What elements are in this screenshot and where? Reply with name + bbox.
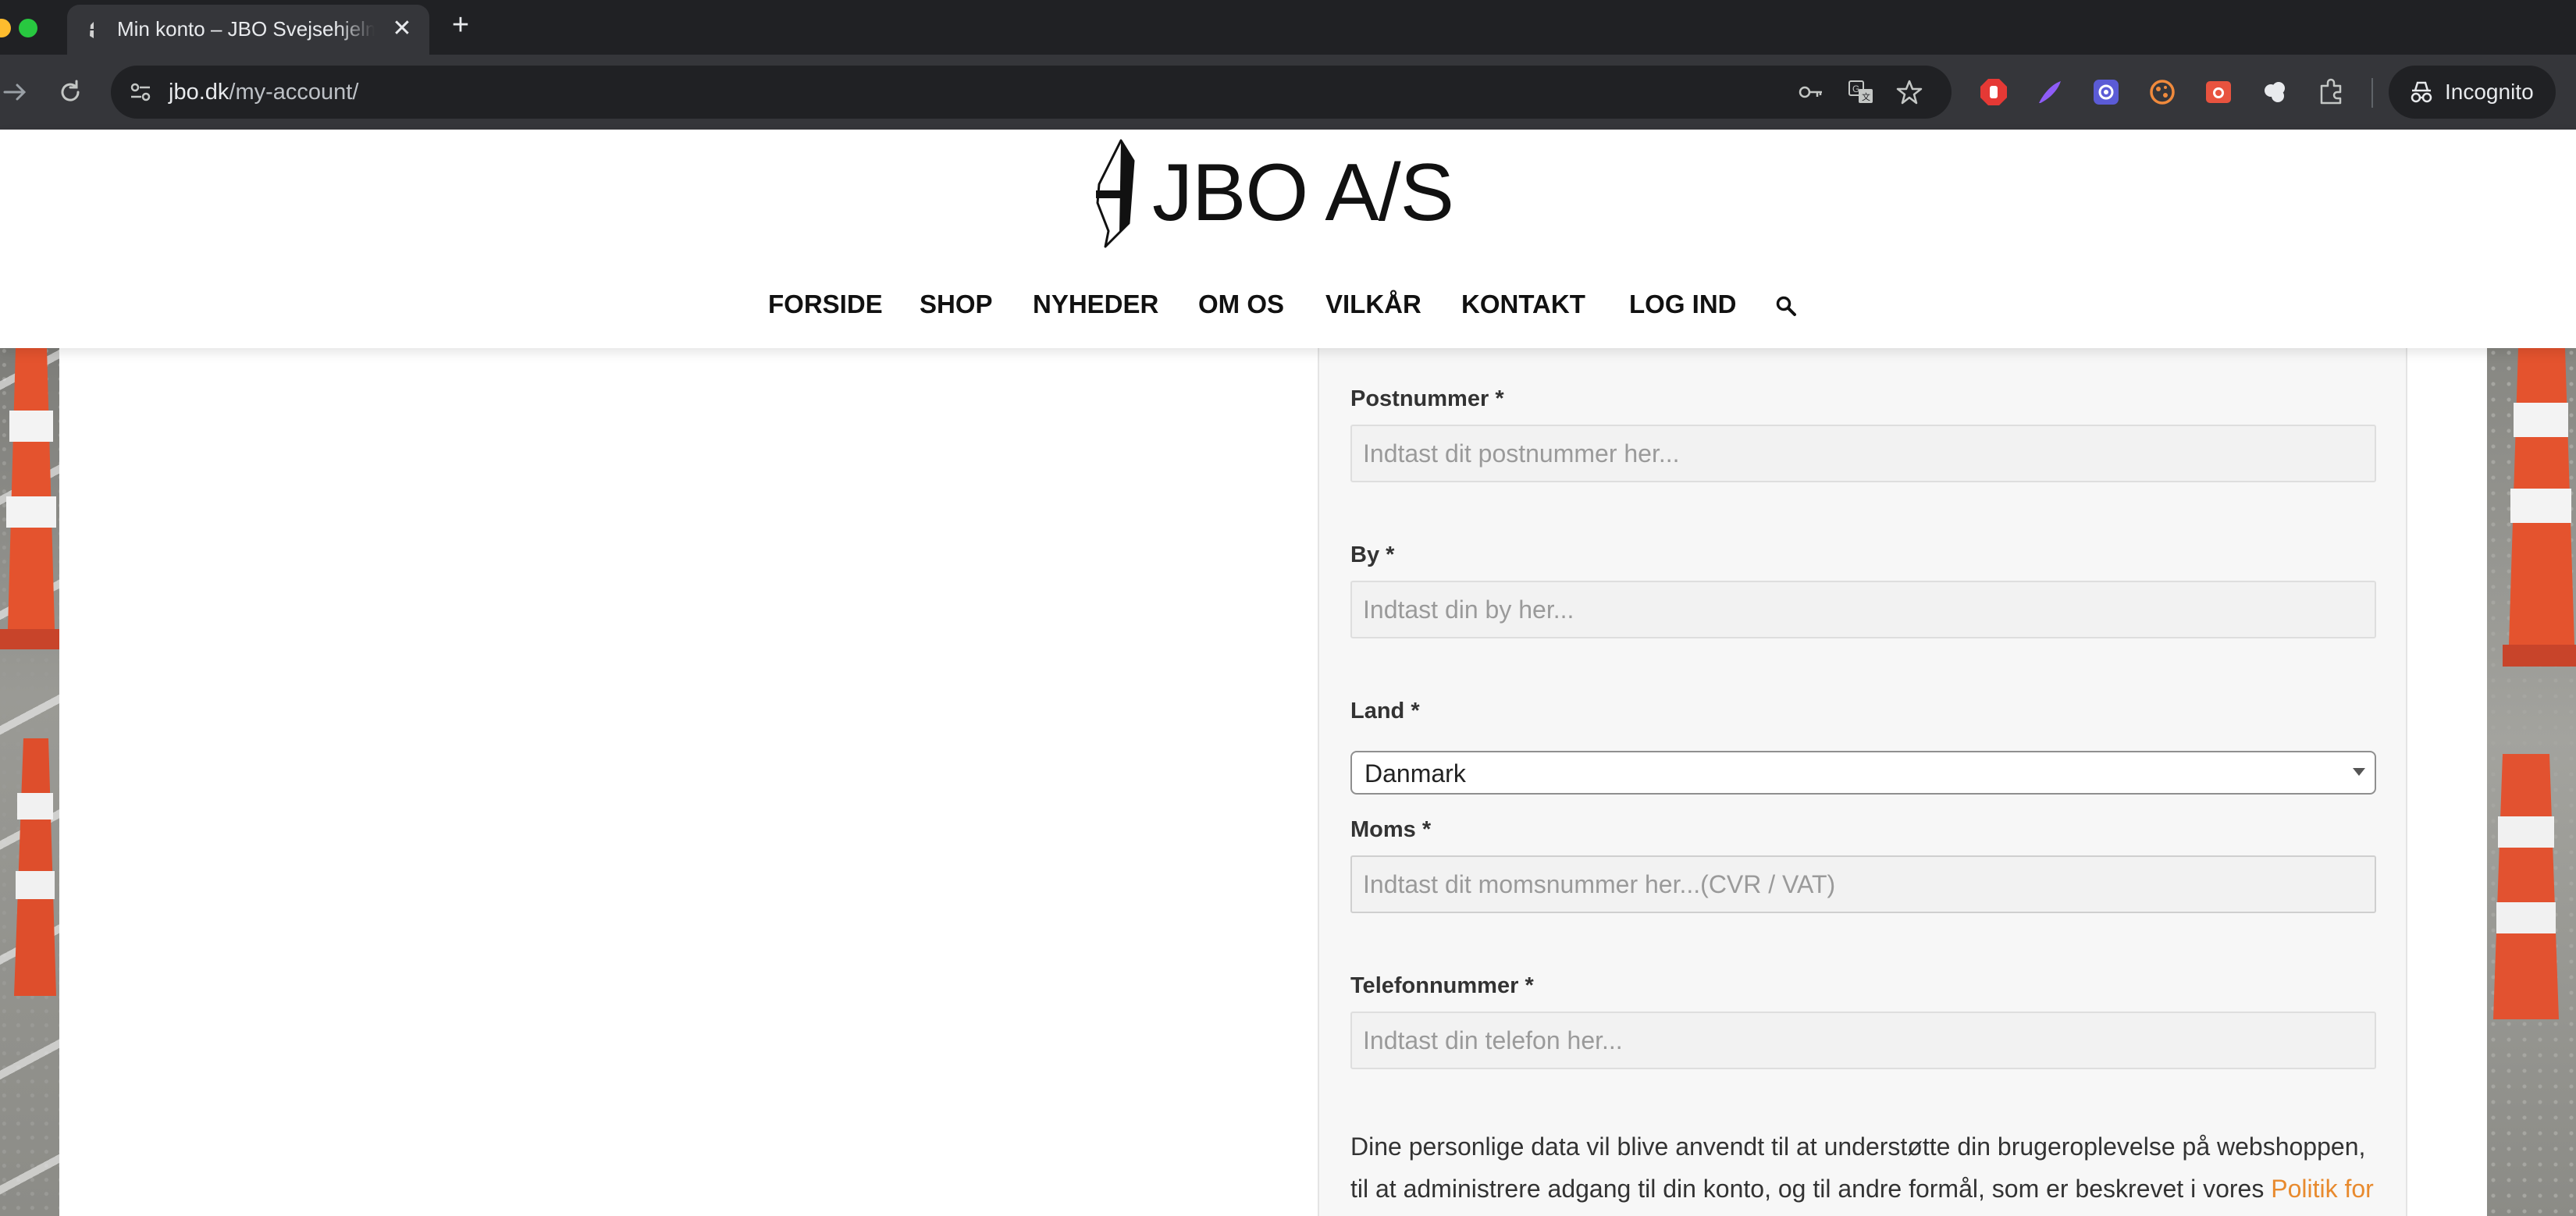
traffic-cone-image bbox=[2503, 348, 2576, 667]
quill-extension-icon[interactable] bbox=[2034, 76, 2065, 108]
close-tab-icon[interactable]: ✕ bbox=[389, 16, 415, 42]
active-tab[interactable]: Min konto – JBO Svejsehjelme ✕ bbox=[67, 5, 429, 55]
nav-nyheder[interactable]: NYHEDER bbox=[1033, 287, 1158, 322]
incognito-profile-button[interactable]: Incognito bbox=[2389, 66, 2556, 119]
browser-tab-bar: Min konto – JBO Svejsehjelme ✕ + bbox=[0, 0, 2576, 55]
required-mark: * bbox=[1495, 386, 1504, 411]
browser-toolbar: jbo.dk/my-account/ G 文 Incognito bbox=[0, 55, 2576, 130]
jbo-favicon-icon bbox=[89, 22, 94, 38]
nav-kontakt[interactable]: KONTAKT bbox=[1461, 287, 1585, 322]
land-label: Land * bbox=[1350, 698, 1420, 724]
incognito-label: Incognito bbox=[2445, 80, 2534, 104]
nav-shop[interactable]: SHOP bbox=[920, 287, 993, 322]
tab-title: Min konto – JBO Svejsehjelme bbox=[117, 17, 375, 41]
land-select[interactable]: Danmark bbox=[1350, 751, 2376, 795]
cloud-extension-icon[interactable] bbox=[2259, 76, 2290, 108]
new-tab-button[interactable]: + bbox=[445, 9, 476, 41]
traffic-cone-image bbox=[0, 348, 59, 649]
reload-icon[interactable] bbox=[55, 76, 86, 108]
nav-log-ind[interactable]: LOG IND bbox=[1629, 287, 1737, 322]
background-photo-left bbox=[0, 348, 59, 1216]
moms-label: Moms * bbox=[1350, 816, 1431, 843]
url-text[interactable]: jbo.dk/my-account/ bbox=[169, 78, 358, 106]
nav-forside[interactable]: FORSIDE bbox=[768, 287, 883, 322]
telefonnummer-input[interactable] bbox=[1350, 1012, 2376, 1069]
password-key-icon[interactable] bbox=[1797, 78, 1825, 106]
privacy-notice-text: Dine personlige data vil blive anvendt t… bbox=[1350, 1132, 2366, 1203]
site-logo-text[interactable]: JBO A/S bbox=[1152, 150, 1454, 236]
extensions-puzzle-icon[interactable] bbox=[2315, 76, 2347, 108]
required-mark: * bbox=[1411, 699, 1420, 724]
url-domain: jbo.dk bbox=[169, 80, 229, 105]
maximize-window-button[interactable] bbox=[19, 19, 37, 37]
main-navigation: FORSIDE SHOP NYHEDER OM OS VILKÅR KONTAK… bbox=[0, 287, 2576, 322]
postnummer-label: Postnummer * bbox=[1350, 386, 1504, 412]
camera-extension-icon[interactable] bbox=[2203, 76, 2234, 108]
required-mark: * bbox=[1421, 817, 1432, 842]
url-path: /my-account/ bbox=[229, 80, 359, 105]
moms-label-text: Moms bbox=[1350, 817, 1416, 842]
required-mark: * bbox=[1386, 542, 1395, 567]
by-input[interactable] bbox=[1350, 581, 2376, 638]
translate-icon[interactable]: G 文 bbox=[1847, 78, 1875, 106]
registration-form-panel: Postnummer * By * Land * Danmark Moms * … bbox=[1318, 348, 2407, 1216]
bookmark-star-icon[interactable] bbox=[1895, 78, 1923, 106]
nav-om-os[interactable]: OM OS bbox=[1198, 287, 1284, 322]
background-photo-right bbox=[2487, 348, 2576, 1216]
required-mark: * bbox=[1525, 973, 1534, 998]
land-label-text: Land bbox=[1350, 699, 1405, 724]
svg-text:G: G bbox=[1852, 84, 1859, 94]
postnummer-label-text: Postnummer bbox=[1350, 386, 1489, 411]
land-select-value: Danmark bbox=[1364, 759, 1466, 788]
traffic-cone-image bbox=[2493, 754, 2559, 1019]
gear-extension-icon[interactable] bbox=[2090, 76, 2122, 108]
telefonnummer-label-text: Telefonnummer bbox=[1350, 973, 1519, 998]
jbo-logo-mark-icon[interactable] bbox=[1088, 137, 1143, 250]
moms-input[interactable] bbox=[1350, 855, 2376, 913]
address-bar[interactable]: jbo.dk/my-account/ G 文 bbox=[111, 66, 1952, 119]
nav-vilkaar[interactable]: VILKÅR bbox=[1325, 287, 1421, 322]
svg-text:文: 文 bbox=[1862, 91, 1870, 102]
postnummer-input[interactable] bbox=[1350, 425, 2376, 482]
search-icon[interactable] bbox=[1775, 295, 1797, 317]
cookie-extension-icon[interactable] bbox=[2147, 76, 2178, 108]
chevron-down-icon bbox=[2353, 768, 2365, 776]
toolbar-separator bbox=[2371, 78, 2373, 108]
incognito-icon bbox=[2411, 81, 2432, 103]
by-label-text: By bbox=[1350, 542, 1380, 567]
site-header: JBO A/S FORSIDE SHOP NYHEDER OM OS VILKÅ… bbox=[0, 130, 2576, 348]
minimize-window-button[interactable] bbox=[0, 19, 11, 37]
privacy-notice: Dine personlige data vil blive anvendt t… bbox=[1350, 1125, 2389, 1210]
telefonnummer-label: Telefonnummer * bbox=[1350, 972, 1534, 999]
privacy-policy-link[interactable]: Politik for bbox=[2271, 1175, 2374, 1203]
by-label: By * bbox=[1350, 542, 1394, 568]
adblock-extension-icon[interactable] bbox=[1978, 76, 2009, 108]
forward-arrow-icon[interactable] bbox=[0, 76, 31, 108]
traffic-cone-image bbox=[14, 738, 56, 996]
site-info-icon[interactable] bbox=[126, 78, 155, 106]
